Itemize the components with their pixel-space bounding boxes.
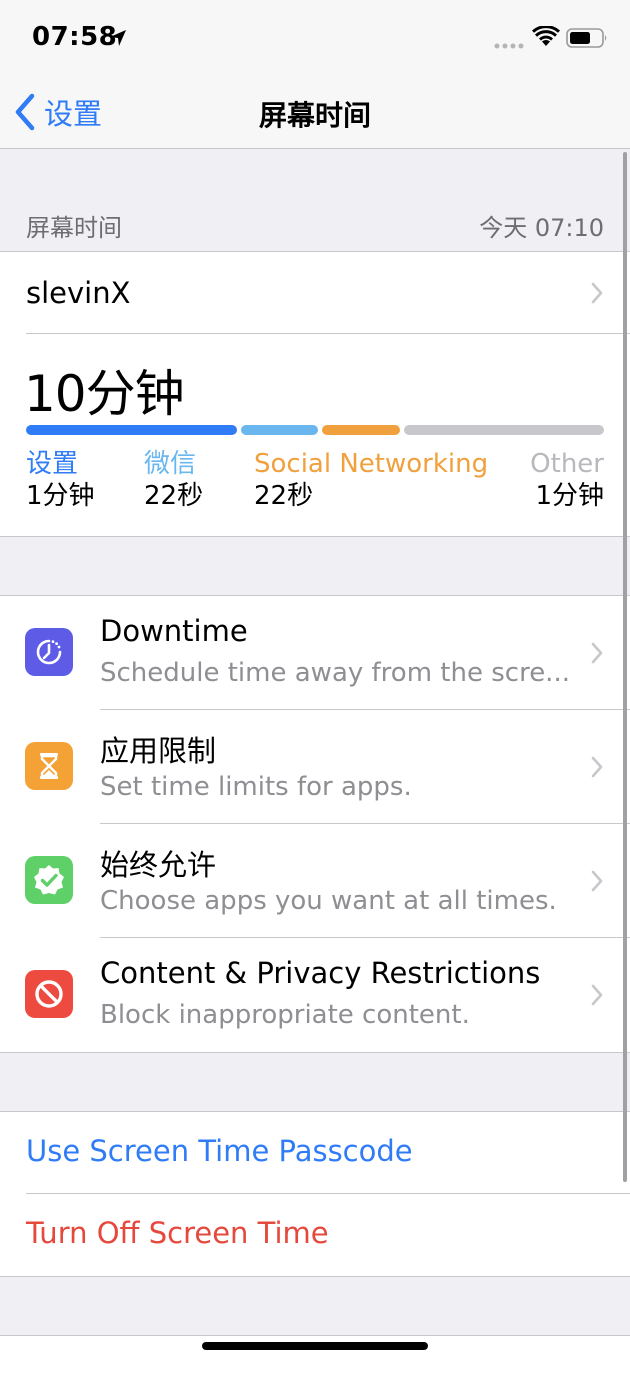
divider [26,333,630,334]
downtime-icon [25,628,73,676]
legend-item-social: Social Networking 22秒 [254,448,488,512]
battery-icon [566,28,607,48]
section-title: 屏幕时间 [26,214,122,242]
location-arrow-icon [110,30,126,46]
usage-bar [26,425,604,435]
row-subtitle: Block inappropriate content. [100,1000,470,1030]
status-bar: 07:58 [0,0,630,78]
legend-value: 1分钟 [535,481,604,511]
last-updated: 今天 07:10 [479,214,604,242]
chevron-right-icon [591,870,603,892]
device-name: slevinX [26,276,131,310]
chevron-right-icon [591,756,603,778]
turn-off-label: Turn Off Screen Time [26,1216,329,1250]
row-title: 始终允许 [100,848,217,882]
status-time: 07:58 [32,22,118,52]
device-row[interactable]: slevinX [0,252,630,334]
usage-bar-segment [322,425,400,435]
scroll-indicator[interactable] [623,152,627,1182]
settings-list: Downtime Schedule time away from the scr… [0,595,630,1053]
checkmark-seal-icon [25,856,73,904]
actions-list: Use Screen Time Passcode Turn Off Screen… [0,1111,630,1277]
restriction-icon [25,970,73,1018]
app-limits-row[interactable]: 应用限制 Set time limits for apps. [0,710,630,824]
legend-value: 22秒 [254,481,314,511]
downtime-row[interactable]: Downtime Schedule time away from the scr… [0,596,630,710]
chevron-right-icon [591,282,603,304]
row-title: Content & Privacy Restrictions [100,956,541,990]
usage-bar-segment [403,425,604,435]
row-subtitle: Schedule time away from the scre... [100,658,570,688]
row-title: Downtime [100,614,248,648]
legend-value: 22秒 [144,481,204,511]
page-title: 屏幕时间 [258,99,371,132]
always-allowed-row[interactable]: 始终允许 Choose apps you want at all times. [0,824,630,938]
legend-label: 设置 [26,449,79,479]
navigation-bar: 设置 屏幕时间 [0,78,630,149]
legend-item-settings: 设置 1分钟 [26,448,95,512]
row-title: 应用限制 [100,734,217,768]
total-screen-time: 10分钟 [24,365,185,423]
usage-bar-segment [240,425,319,435]
legend-item-wechat: 微信 22秒 [144,448,203,512]
home-indicator[interactable] [202,1342,428,1350]
hourglass-icon [25,742,73,790]
chevron-right-icon [591,984,603,1006]
legend-label: Other [530,449,604,479]
legend-item-other: Other 1分钟 [530,448,604,512]
chevron-right-icon [591,642,603,664]
legend-value: 1分钟 [26,481,95,511]
turn-off-button[interactable]: Turn Off Screen Time [0,1194,630,1276]
wifi-icon [532,26,560,46]
content-privacy-row[interactable]: Content & Privacy Restrictions Block ina… [0,938,630,1052]
row-subtitle: Choose apps you want at all times. [100,886,557,916]
use-passcode-label: Use Screen Time Passcode [26,1134,413,1168]
usage-card: slevinX 10分钟 设置 1分钟 微信 22秒 Social Networ… [0,251,630,537]
row-subtitle: Set time limits for apps. [100,772,412,802]
usage-bar-segment [26,425,237,435]
use-passcode-button[interactable]: Use Screen Time Passcode [0,1112,630,1194]
legend-label: Social Networking [254,449,489,479]
signal-icon [494,43,524,49]
legend-label: 微信 [144,449,197,479]
section-header: 屏幕时间 今天 07:10 [0,200,630,250]
